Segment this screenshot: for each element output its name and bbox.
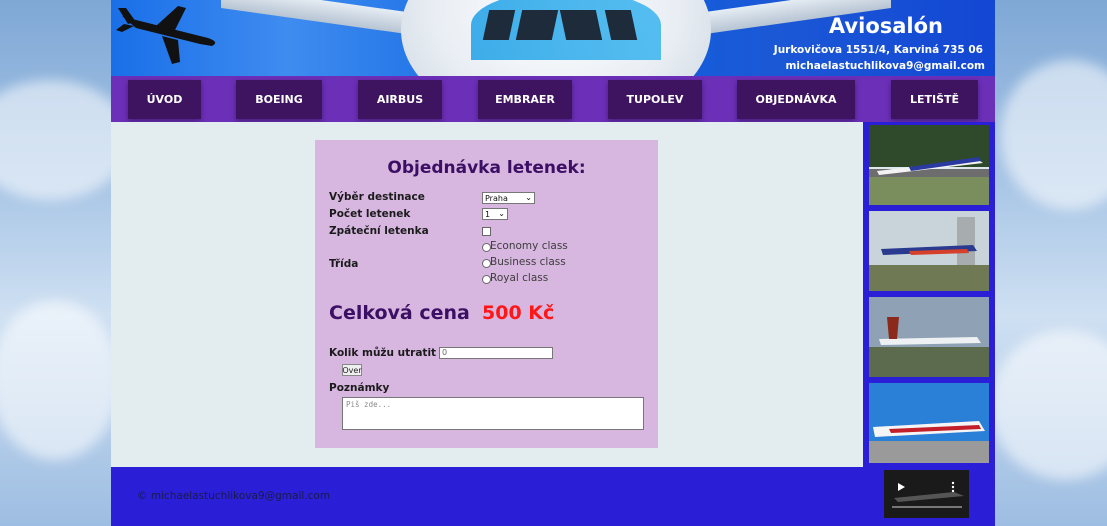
cloud-decoration (1000, 60, 1107, 210)
video-player[interactable] (884, 470, 969, 518)
tickets-select[interactable]: 1 ⌄ (482, 208, 508, 220)
aircraft-photo[interactable] (869, 383, 989, 463)
economy-class-label: Economy class (490, 240, 568, 252)
order-form-card: Objednávka letenek: Výběr destinace Prah… (315, 140, 658, 448)
nav-item-uvod[interactable]: ÚVOD (128, 80, 201, 119)
site-address: Jurkovičova 1551/4, Karviná 735 06 (773, 44, 983, 56)
more-options-icon[interactable] (950, 481, 956, 493)
class-label: Třída (329, 258, 359, 270)
cockpit-window (515, 10, 559, 40)
budget-label: Kolik můžu utratit (329, 347, 437, 359)
check-button[interactable]: Over (342, 364, 362, 376)
total-price-value: 500 Kč (482, 302, 555, 324)
site-title: Aviosalón (828, 14, 943, 38)
destination-label: Výběr destinace (329, 191, 425, 203)
header-banner: Aviosalón Jurkovičova 1551/4, Karviná 73… (111, 0, 995, 76)
airplane-logo-icon (116, 6, 216, 64)
video-thumbnail (884, 470, 969, 518)
destination-select-value: Praha (485, 193, 508, 203)
nav-item-embraer[interactable]: EMBRAER (478, 80, 572, 119)
photo-sidebar (863, 122, 995, 467)
aircraft-photo-image (869, 297, 989, 377)
tickets-label: Počet letenek (329, 208, 411, 220)
nav-item-objednavka[interactable]: OBJEDNÁVKA (737, 80, 855, 119)
destination-select[interactable]: Praha ⌄ (482, 192, 535, 204)
chevron-down-icon: ⌄ (525, 193, 532, 202)
aircraft-photo-image (869, 383, 989, 463)
tickets-select-value: 1 (485, 209, 491, 219)
left-wing (221, 0, 421, 37)
cloud-decoration (990, 330, 1107, 480)
aircraft-photo-image (869, 211, 989, 291)
nav-item-boeing[interactable]: BOEING (236, 80, 322, 119)
page-container: Aviosalón Jurkovičova 1551/4, Karviná 73… (111, 0, 995, 526)
budget-input[interactable]: 0 (439, 347, 553, 359)
form-title: Objednávka letenek: (387, 158, 586, 178)
aircraft-photo[interactable] (869, 211, 989, 291)
main-content: Objednávka letenek: Výběr destinace Prah… (111, 122, 863, 467)
chevron-down-icon: ⌄ (498, 209, 505, 218)
main-navigation: ÚVOD BOEING AIRBUS EMBRAER TUPOLEV OBJED… (111, 76, 995, 122)
aircraft-photo-image (869, 125, 989, 205)
nav-item-tupolev[interactable]: TUPOLEV (608, 80, 702, 119)
business-class-label: Business class (490, 256, 566, 268)
play-icon[interactable] (896, 482, 906, 492)
cloud-decoration (0, 300, 120, 460)
royal-class-label: Royal class (490, 272, 549, 284)
notes-textarea[interactable]: Piš zde... (342, 397, 644, 430)
footer: © michaelastuchlikova9@gmail.com (111, 467, 995, 526)
nav-item-airbus[interactable]: AIRBUS (358, 80, 442, 119)
cockpit-window (559, 10, 603, 40)
return-ticket-label: Zpáteční letenka (329, 225, 429, 237)
footer-copyright: © michaelastuchlikova9@gmail.com (137, 490, 331, 502)
aircraft-photo[interactable] (869, 297, 989, 377)
nav-item-letiste[interactable]: LETIŠTĚ (891, 80, 978, 119)
notes-label: Poznámky (329, 382, 390, 394)
aircraft-photo[interactable] (869, 125, 989, 205)
return-ticket-checkbox[interactable] (482, 227, 491, 236)
header-email: michaelastuchlikova9@gmail.com (785, 60, 985, 72)
total-price-label: Celková cena (329, 302, 470, 324)
